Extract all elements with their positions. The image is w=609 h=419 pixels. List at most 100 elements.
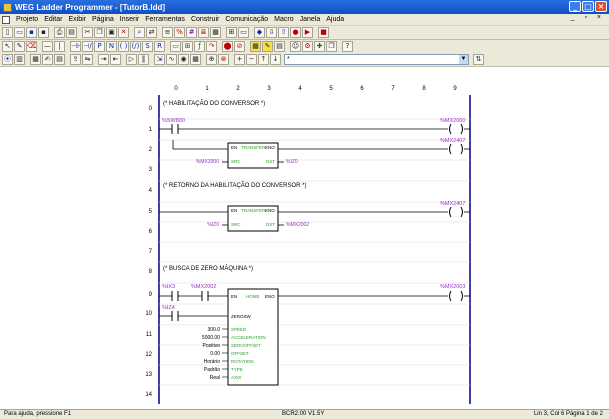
contact-p-icon[interactable]: P — [94, 41, 105, 52]
maximize-button[interactable]: □ — [582, 1, 594, 12]
write-icon[interactable]: ✍ — [42, 54, 53, 65]
menu-pagina[interactable]: Página — [89, 16, 117, 23]
block-insert-icon[interactable]: ⊞ — [182, 41, 193, 52]
scope-icon[interactable]: ⊕ — [206, 54, 217, 65]
zoom-in-icon[interactable]: + — [234, 54, 245, 65]
cross-ref-icon[interactable]: % — [174, 27, 185, 38]
pencil-icon[interactable]: ✎ — [14, 41, 25, 52]
menu-editar[interactable]: Editar — [41, 16, 65, 23]
coil-reset-icon[interactable]: R — [154, 41, 165, 52]
download-icon[interactable]: ⇩ — [266, 27, 277, 38]
compare-icon[interactable]: ⇋ — [82, 54, 93, 65]
break-clear-icon[interactable]: ⊘ — [234, 41, 245, 52]
paste-icon[interactable]: ▣ — [106, 27, 117, 38]
menu-projeto[interactable]: Projeto — [13, 16, 41, 23]
break-red-icon[interactable]: ⬤ — [222, 41, 233, 52]
contact-nc-icon[interactable]: ⊣/⊢ — [82, 41, 93, 52]
eraser-icon[interactable]: ⌫ — [26, 41, 37, 52]
cross-icon[interactable]: ✚ — [314, 41, 325, 52]
rung-comment[interactable]: (* HABILITAÇÃO DO CONVERSOR *) — [163, 100, 265, 107]
menu-comunicacao[interactable]: Comunicação — [222, 16, 271, 23]
find-icon[interactable]: ⌕ — [134, 27, 145, 38]
print-icon[interactable]: ⎙ — [54, 27, 65, 38]
chevron-down-icon[interactable]: ▼ — [459, 55, 468, 64]
coil-icon[interactable]: ( ) — [118, 41, 129, 52]
select-icon[interactable]: ↖ — [2, 41, 13, 52]
open-icon[interactable]: ▭ — [14, 27, 25, 38]
zoom-out-icon[interactable]: − — [246, 54, 257, 65]
help-context-icon[interactable]: ? — [342, 41, 353, 52]
menu-ferramentas[interactable]: Ferramentas — [142, 16, 188, 23]
replace-icon[interactable]: ⇄ — [146, 27, 157, 38]
coil-set-icon[interactable]: S — [142, 41, 153, 52]
trend-icon[interactable]: ∿ — [166, 54, 177, 65]
run-icon[interactable]: ▶ — [302, 27, 313, 38]
menu-macro[interactable]: Macro — [271, 16, 296, 23]
plc-icon[interactable]: ▦ — [30, 54, 41, 65]
chart-icon[interactable]: ▥ — [14, 54, 25, 65]
pause-icon[interactable]: ‖ — [138, 54, 149, 65]
function-icon[interactable]: ƒ — [194, 41, 205, 52]
grid-icon[interactable]: ▦ — [210, 27, 221, 38]
online-icon[interactable]: ● — [290, 27, 301, 38]
home-block[interactable]: EN HOME ENO ZEROSW SPEED ACCELERATION SE… — [227, 288, 279, 386]
document-icon[interactable] — [2, 15, 10, 24]
zoom-icon[interactable]: ⊞ — [226, 27, 237, 38]
contact-no-icon[interactable]: ⊣⊢ — [70, 41, 81, 52]
stop2-icon[interactable]: ⊗ — [218, 54, 229, 65]
rung-9[interactable] — [159, 290, 470, 321]
step-icon[interactable]: ⇲ — [154, 54, 165, 65]
upload-pc-icon[interactable]: ⇪ — [70, 54, 81, 65]
save-icon[interactable]: ▪ — [26, 27, 37, 38]
menu-exibir[interactable]: Exibir — [65, 16, 89, 23]
arrow-down-icon[interactable]: ↓ — [270, 54, 281, 65]
filter-combo[interactable]: * ▼ — [284, 54, 469, 65]
close-button[interactable]: × — [595, 1, 607, 12]
filter-apply-icon[interactable]: ⇅ — [473, 54, 484, 65]
menu-janela[interactable]: Janela — [297, 16, 324, 23]
menu-construir[interactable]: Construir — [188, 16, 222, 23]
compile-icon[interactable]: ◆ — [254, 27, 265, 38]
coil-neg-icon[interactable]: (/) — [130, 41, 141, 52]
stop-icon[interactable]: ■ — [318, 27, 329, 38]
settings-icon[interactable]: ⚙ — [302, 41, 313, 52]
play-icon[interactable]: ▷ — [126, 54, 137, 65]
cascade-icon[interactable]: ❐ — [326, 41, 337, 52]
unforce-icon[interactable]: ⇤ — [110, 54, 121, 65]
vertical-line-icon[interactable]: | — [54, 41, 65, 52]
var-table-icon[interactable]: # — [186, 27, 197, 38]
io-table-icon[interactable]: ≣ — [198, 27, 209, 38]
highlight-icon[interactable]: ▦ — [250, 41, 261, 52]
table2-icon[interactable]: ▦ — [190, 54, 201, 65]
comment-icon[interactable]: ✎ — [262, 41, 273, 52]
horizontal-line-icon[interactable]: — — [42, 41, 53, 52]
force-icon[interactable]: ⇥ — [98, 54, 109, 65]
align-icon[interactable]: ≡ — [162, 27, 173, 38]
transfer-block-2[interactable]: EN TRANSFER ENO SRC DST — [227, 205, 279, 232]
new-icon[interactable]: ▯ — [2, 27, 13, 38]
menu-inserir[interactable]: Inserir — [117, 16, 142, 23]
mdi-window-controls[interactable]: _ ▫ × — [571, 14, 605, 21]
menu-ajuda[interactable]: Ajuda — [323, 16, 347, 23]
rung-comment[interactable]: (* BUSCA DE ZERO MÁQUINA *) — [163, 265, 253, 272]
transfer-block-1[interactable]: EN TRANSFER ENO SRC DST — [227, 142, 279, 169]
rung-5[interactable] — [159, 206, 470, 226]
arrow-up-icon[interactable]: ↑ — [258, 54, 269, 65]
cut-icon[interactable]: ✂ — [82, 27, 93, 38]
upload-icon[interactable]: ⇧ — [278, 27, 289, 38]
read-icon[interactable]: ▤ — [54, 54, 65, 65]
rung-comment[interactable]: (* RETORNO DA HABILITAÇÃO DO CONVERSOR *… — [163, 182, 306, 189]
watch-icon[interactable]: ◉ — [178, 54, 189, 65]
contact-n-icon[interactable]: N — [106, 41, 117, 52]
jump-icon[interactable]: ↷ — [206, 41, 217, 52]
delete-icon[interactable]: ✕ — [118, 27, 129, 38]
monitor-icon[interactable]: ▭ — [238, 27, 249, 38]
copy-icon[interactable]: ❐ — [94, 27, 105, 38]
connect-icon[interactable]: ⦿ — [2, 54, 13, 65]
table-icon[interactable]: ▤ — [274, 41, 285, 52]
block-icon[interactable]: ▭ — [170, 41, 181, 52]
save-all-icon[interactable]: ▪ — [38, 27, 49, 38]
user-icon[interactable]: ☺ — [290, 41, 301, 52]
minimize-button[interactable]: _ — [569, 1, 581, 12]
rung-1[interactable] — [159, 123, 470, 150]
